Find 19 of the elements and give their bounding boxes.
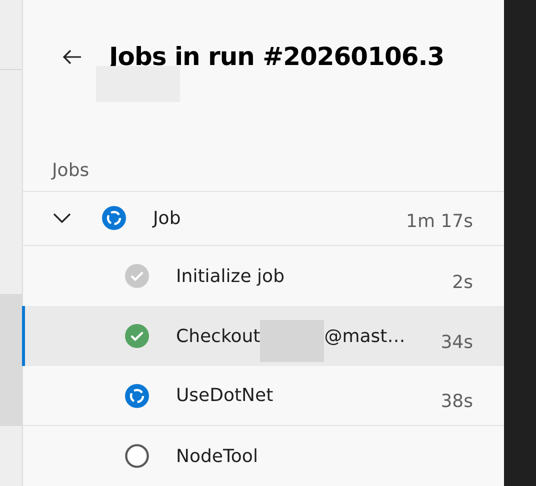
job-row[interactable]: Job 1m 17s: [23, 192, 504, 246]
job-duration: 1m 17s: [406, 210, 473, 234]
chevron-icon: [53, 213, 71, 224]
step-name: Checkout: [176, 324, 260, 349]
step-name: UseDotNet: [176, 384, 274, 408]
step-row[interactable]: Initialize job 2s: [23, 246, 504, 306]
step-name: Initialize job: [176, 264, 284, 289]
back-arrow-icon: [62, 48, 82, 65]
step-row[interactable]: UseDotNet 38s: [23, 366, 504, 426]
step-row[interactable]: NodeTool: [23, 426, 504, 486]
step-row[interactable]: Checkout @mast… 34s: [22, 306, 504, 366]
panel-title: Jobs in run #20260106.3: [109, 40, 444, 73]
step-duration: 2s: [452, 270, 473, 295]
step-duration: 38s: [440, 390, 473, 414]
step-duration: 34s: [440, 330, 473, 355]
job-name: Job: [153, 206, 181, 231]
section-label: Jobs: [52, 158, 90, 183]
step-name-end: @mast…: [324, 324, 406, 349]
step-name: NodeTool: [176, 444, 258, 469]
